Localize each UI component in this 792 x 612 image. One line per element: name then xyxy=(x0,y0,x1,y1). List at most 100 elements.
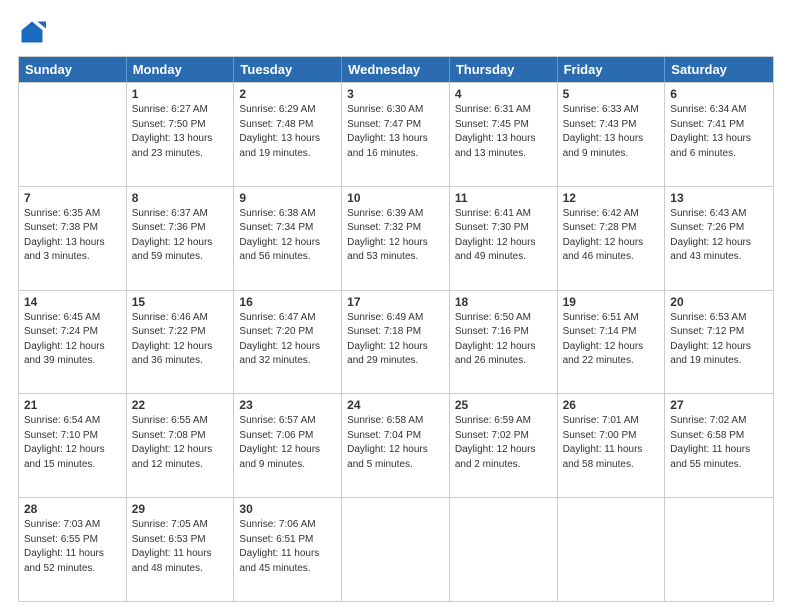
calendar-day-cell: 8 Sunrise: 6:37 AMSunset: 7:36 PMDayligh… xyxy=(127,187,235,290)
day-detail: Sunrise: 6:34 AMSunset: 7:41 PMDaylight:… xyxy=(670,103,768,161)
calendar-day-cell: 2 Sunrise: 6:29 AMSunset: 7:48 PMDayligh… xyxy=(234,83,342,186)
calendar-week-row: 21 Sunrise: 6:54 AMSunset: 7:10 PMDaylig… xyxy=(19,393,773,497)
weekday-header: Saturday xyxy=(665,57,773,82)
day-number: 7 xyxy=(24,191,121,205)
day-number: 6 xyxy=(670,87,768,101)
calendar-day-cell: 27 Sunrise: 7:02 AMSunset: 6:58 PMDaylig… xyxy=(665,394,773,497)
day-number: 20 xyxy=(670,295,768,309)
weekday-header: Monday xyxy=(127,57,235,82)
empty-cell xyxy=(342,498,450,601)
calendar-day-cell: 13 Sunrise: 6:43 AMSunset: 7:26 PMDaylig… xyxy=(665,187,773,290)
logo-icon xyxy=(18,18,46,46)
day-number: 18 xyxy=(455,295,552,309)
calendar-day-cell: 6 Sunrise: 6:34 AMSunset: 7:41 PMDayligh… xyxy=(665,83,773,186)
day-number: 4 xyxy=(455,87,552,101)
calendar-day-cell: 3 Sunrise: 6:30 AMSunset: 7:47 PMDayligh… xyxy=(342,83,450,186)
day-detail: Sunrise: 6:43 AMSunset: 7:26 PMDaylight:… xyxy=(670,207,768,265)
calendar-day-cell: 7 Sunrise: 6:35 AMSunset: 7:38 PMDayligh… xyxy=(19,187,127,290)
day-number: 2 xyxy=(239,87,336,101)
day-detail: Sunrise: 7:03 AMSunset: 6:55 PMDaylight:… xyxy=(24,518,121,576)
day-detail: Sunrise: 6:59 AMSunset: 7:02 PMDaylight:… xyxy=(455,414,552,472)
logo xyxy=(18,18,50,46)
calendar-day-cell: 24 Sunrise: 6:58 AMSunset: 7:04 PMDaylig… xyxy=(342,394,450,497)
calendar-day-cell: 19 Sunrise: 6:51 AMSunset: 7:14 PMDaylig… xyxy=(558,291,666,394)
empty-cell xyxy=(665,498,773,601)
weekday-header: Wednesday xyxy=(342,57,450,82)
day-number: 9 xyxy=(239,191,336,205)
day-detail: Sunrise: 6:51 AMSunset: 7:14 PMDaylight:… xyxy=(563,311,660,369)
day-number: 29 xyxy=(132,502,229,516)
day-number: 1 xyxy=(132,87,229,101)
calendar-day-cell: 16 Sunrise: 6:47 AMSunset: 7:20 PMDaylig… xyxy=(234,291,342,394)
calendar-body: 1 Sunrise: 6:27 AMSunset: 7:50 PMDayligh… xyxy=(19,82,773,601)
day-detail: Sunrise: 7:02 AMSunset: 6:58 PMDaylight:… xyxy=(670,414,768,472)
calendar-week-row: 7 Sunrise: 6:35 AMSunset: 7:38 PMDayligh… xyxy=(19,186,773,290)
day-number: 3 xyxy=(347,87,444,101)
day-number: 21 xyxy=(24,398,121,412)
calendar-day-cell: 25 Sunrise: 6:59 AMSunset: 7:02 PMDaylig… xyxy=(450,394,558,497)
day-detail: Sunrise: 6:46 AMSunset: 7:22 PMDaylight:… xyxy=(132,311,229,369)
calendar-day-cell: 4 Sunrise: 6:31 AMSunset: 7:45 PMDayligh… xyxy=(450,83,558,186)
day-detail: Sunrise: 6:37 AMSunset: 7:36 PMDaylight:… xyxy=(132,207,229,265)
day-number: 23 xyxy=(239,398,336,412)
day-detail: Sunrise: 6:50 AMSunset: 7:16 PMDaylight:… xyxy=(455,311,552,369)
day-number: 28 xyxy=(24,502,121,516)
day-detail: Sunrise: 7:06 AMSunset: 6:51 PMDaylight:… xyxy=(239,518,336,576)
day-detail: Sunrise: 6:49 AMSunset: 7:18 PMDaylight:… xyxy=(347,311,444,369)
calendar-day-cell: 18 Sunrise: 6:50 AMSunset: 7:16 PMDaylig… xyxy=(450,291,558,394)
calendar-day-cell: 9 Sunrise: 6:38 AMSunset: 7:34 PMDayligh… xyxy=(234,187,342,290)
day-detail: Sunrise: 6:47 AMSunset: 7:20 PMDaylight:… xyxy=(239,311,336,369)
calendar-day-cell: 11 Sunrise: 6:41 AMSunset: 7:30 PMDaylig… xyxy=(450,187,558,290)
day-detail: Sunrise: 6:55 AMSunset: 7:08 PMDaylight:… xyxy=(132,414,229,472)
day-number: 16 xyxy=(239,295,336,309)
calendar-day-cell: 23 Sunrise: 6:57 AMSunset: 7:06 PMDaylig… xyxy=(234,394,342,497)
calendar-day-cell: 14 Sunrise: 6:45 AMSunset: 7:24 PMDaylig… xyxy=(19,291,127,394)
calendar-day-cell: 15 Sunrise: 6:46 AMSunset: 7:22 PMDaylig… xyxy=(127,291,235,394)
weekday-header: Friday xyxy=(558,57,666,82)
calendar-week-row: 1 Sunrise: 6:27 AMSunset: 7:50 PMDayligh… xyxy=(19,82,773,186)
empty-cell xyxy=(450,498,558,601)
day-detail: Sunrise: 6:29 AMSunset: 7:48 PMDaylight:… xyxy=(239,103,336,161)
day-detail: Sunrise: 6:54 AMSunset: 7:10 PMDaylight:… xyxy=(24,414,121,472)
day-number: 14 xyxy=(24,295,121,309)
calendar-week-row: 28 Sunrise: 7:03 AMSunset: 6:55 PMDaylig… xyxy=(19,497,773,601)
day-detail: Sunrise: 6:41 AMSunset: 7:30 PMDaylight:… xyxy=(455,207,552,265)
day-detail: Sunrise: 6:33 AMSunset: 7:43 PMDaylight:… xyxy=(563,103,660,161)
calendar-day-cell: 28 Sunrise: 7:03 AMSunset: 6:55 PMDaylig… xyxy=(19,498,127,601)
calendar-header: SundayMondayTuesdayWednesdayThursdayFrid… xyxy=(19,57,773,82)
day-number: 15 xyxy=(132,295,229,309)
day-number: 13 xyxy=(670,191,768,205)
page: SundayMondayTuesdayWednesdayThursdayFrid… xyxy=(0,0,792,612)
calendar-day-cell: 10 Sunrise: 6:39 AMSunset: 7:32 PMDaylig… xyxy=(342,187,450,290)
day-detail: Sunrise: 6:35 AMSunset: 7:38 PMDaylight:… xyxy=(24,207,121,265)
calendar-day-cell: 29 Sunrise: 7:05 AMSunset: 6:53 PMDaylig… xyxy=(127,498,235,601)
day-detail: Sunrise: 6:42 AMSunset: 7:28 PMDaylight:… xyxy=(563,207,660,265)
calendar-day-cell: 21 Sunrise: 6:54 AMSunset: 7:10 PMDaylig… xyxy=(19,394,127,497)
calendar-day-cell: 5 Sunrise: 6:33 AMSunset: 7:43 PMDayligh… xyxy=(558,83,666,186)
day-detail: Sunrise: 7:05 AMSunset: 6:53 PMDaylight:… xyxy=(132,518,229,576)
empty-cell xyxy=(558,498,666,601)
weekday-header: Tuesday xyxy=(234,57,342,82)
day-detail: Sunrise: 7:01 AMSunset: 7:00 PMDaylight:… xyxy=(563,414,660,472)
day-number: 17 xyxy=(347,295,444,309)
calendar-day-cell: 20 Sunrise: 6:53 AMSunset: 7:12 PMDaylig… xyxy=(665,291,773,394)
day-detail: Sunrise: 6:27 AMSunset: 7:50 PMDaylight:… xyxy=(132,103,229,161)
day-detail: Sunrise: 6:57 AMSunset: 7:06 PMDaylight:… xyxy=(239,414,336,472)
day-number: 30 xyxy=(239,502,336,516)
day-detail: Sunrise: 6:30 AMSunset: 7:47 PMDaylight:… xyxy=(347,103,444,161)
calendar-day-cell: 22 Sunrise: 6:55 AMSunset: 7:08 PMDaylig… xyxy=(127,394,235,497)
day-number: 5 xyxy=(563,87,660,101)
weekday-header: Thursday xyxy=(450,57,558,82)
day-number: 10 xyxy=(347,191,444,205)
calendar-week-row: 14 Sunrise: 6:45 AMSunset: 7:24 PMDaylig… xyxy=(19,290,773,394)
day-number: 22 xyxy=(132,398,229,412)
calendar-day-cell: 30 Sunrise: 7:06 AMSunset: 6:51 PMDaylig… xyxy=(234,498,342,601)
calendar-day-cell: 12 Sunrise: 6:42 AMSunset: 7:28 PMDaylig… xyxy=(558,187,666,290)
weekday-header: Sunday xyxy=(19,57,127,82)
empty-cell xyxy=(19,83,127,186)
day-number: 24 xyxy=(347,398,444,412)
calendar-day-cell: 1 Sunrise: 6:27 AMSunset: 7:50 PMDayligh… xyxy=(127,83,235,186)
day-number: 12 xyxy=(563,191,660,205)
day-detail: Sunrise: 6:53 AMSunset: 7:12 PMDaylight:… xyxy=(670,311,768,369)
day-number: 8 xyxy=(132,191,229,205)
